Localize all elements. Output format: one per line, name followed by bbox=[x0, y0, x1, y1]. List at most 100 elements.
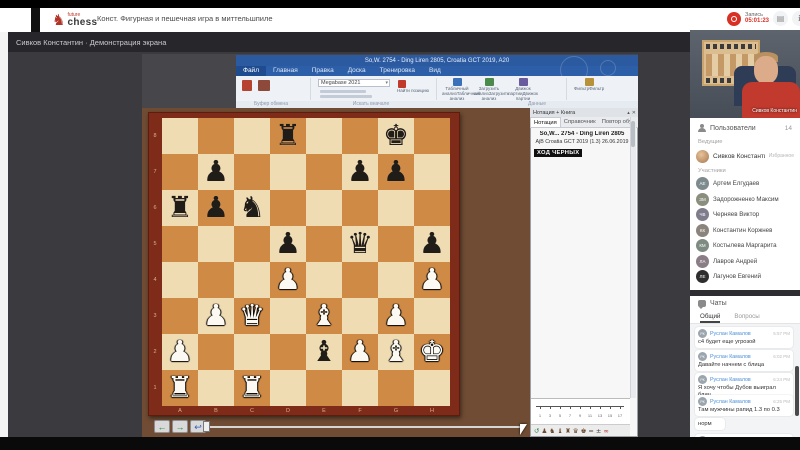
piece-bk-g8[interactable]: ♚ bbox=[378, 118, 414, 154]
notation-tool-icon[interactable]: ♝ bbox=[557, 425, 563, 437]
ribbon-tab-3[interactable]: Доска bbox=[341, 66, 373, 76]
sidebar-scrollbar-thumb[interactable] bbox=[795, 366, 799, 416]
board-square-a5[interactable] bbox=[162, 226, 198, 262]
board-square-e6[interactable] bbox=[306, 190, 342, 226]
board-square-a4[interactable] bbox=[162, 262, 198, 298]
chat-tab-0[interactable]: Общий bbox=[700, 311, 720, 323]
move-forward-button[interactable]: → bbox=[172, 420, 188, 433]
piece-bp-b6[interactable]: ♟ bbox=[198, 190, 234, 226]
board-square-g6[interactable] bbox=[378, 190, 414, 226]
piece-bp-g7[interactable]: ♟ bbox=[378, 154, 414, 190]
board-square-e4[interactable] bbox=[306, 262, 342, 298]
ribbon-tab-5[interactable]: Вид bbox=[422, 66, 448, 76]
brand-logo[interactable]: ♞ future chess bbox=[52, 11, 97, 29]
piece-wr-a1[interactable]: ♜ bbox=[162, 370, 198, 406]
notation-scrollbar[interactable] bbox=[630, 117, 636, 398]
participant-row-5[interactable]: ЛАЛавров Андрей bbox=[696, 254, 794, 269]
board-square-c4[interactable] bbox=[234, 262, 270, 298]
board-square-e5[interactable] bbox=[306, 226, 342, 262]
ribbon-button-3[interactable]: ФильтрФильтр bbox=[574, 78, 604, 92]
board-square-h7[interactable] bbox=[414, 154, 450, 190]
record-icon[interactable] bbox=[727, 12, 741, 26]
piece-bp-d5[interactable]: ♟ bbox=[270, 226, 306, 262]
clipboard-icon[interactable] bbox=[242, 80, 252, 91]
board-square-e1[interactable] bbox=[306, 370, 342, 406]
game-slider-track[interactable] bbox=[202, 426, 524, 428]
ribbon-tab-0[interactable]: Файл bbox=[236, 66, 266, 76]
piece-bp-f7[interactable]: ♟ bbox=[342, 154, 378, 190]
board-square-b2[interactable] bbox=[198, 334, 234, 370]
game-slider-handle[interactable] bbox=[203, 421, 210, 432]
piece-wp-h4[interactable]: ♟ bbox=[414, 262, 450, 298]
piece-bn-c6[interactable]: ♞ bbox=[234, 190, 270, 226]
piece-wp-b3[interactable]: ♟ bbox=[198, 298, 234, 334]
board-square-e8[interactable] bbox=[306, 118, 342, 154]
board-square-d7[interactable] bbox=[270, 154, 306, 190]
participant-row-0[interactable]: АЕАртем Елгудаев bbox=[696, 176, 794, 191]
board-square-g1[interactable] bbox=[378, 370, 414, 406]
close-icon[interactable]: ✕ bbox=[632, 110, 636, 116]
piece-wb-g2[interactable]: ♝ bbox=[378, 334, 414, 370]
notation-scrollbar-thumb[interactable] bbox=[631, 121, 635, 147]
piece-wb-e3[interactable]: ♝ bbox=[306, 298, 342, 334]
ribbon-option-row[interactable] bbox=[320, 95, 372, 98]
board-square-c8[interactable] bbox=[234, 118, 270, 154]
info-button[interactable]: ℹ bbox=[792, 11, 800, 26]
participant-row-2[interactable]: ЧВЧерняев Виктор bbox=[696, 207, 794, 222]
board-square-d3[interactable] bbox=[270, 298, 306, 334]
notation-tool-icon[interactable]: ♞ bbox=[549, 425, 555, 437]
notation-tool-icon[interactable]: ♟ bbox=[541, 425, 547, 437]
notation-tool-icon[interactable]: ± bbox=[596, 425, 601, 437]
board-square-d1[interactable] bbox=[270, 370, 306, 406]
participant-row-4[interactable]: КМКостылева Маргарита bbox=[696, 238, 794, 253]
move-back-button[interactable]: ← bbox=[154, 420, 170, 433]
ribbon-button-2[interactable]: Движок партииДвижок партии bbox=[508, 78, 538, 102]
board-square-f6[interactable] bbox=[342, 190, 378, 226]
chat-message-4[interactable]: норм bbox=[695, 418, 725, 430]
chat-message-1[interactable]: РКРуслан Камалов6:02 PMДавайте начнем с … bbox=[695, 350, 793, 371]
ribbon-tab-4[interactable]: Тренировка bbox=[373, 66, 422, 76]
ribbon-option-row[interactable] bbox=[320, 90, 366, 93]
board-square-a3[interactable] bbox=[162, 298, 198, 334]
piece-wp-g3[interactable]: ♟ bbox=[378, 298, 414, 334]
piece-br-d8[interactable]: ♜ bbox=[270, 118, 306, 154]
board-square-a8[interactable] bbox=[162, 118, 198, 154]
board-square-b8[interactable] bbox=[198, 118, 234, 154]
participant-row-3[interactable]: КККонстантин Коржнев bbox=[696, 223, 794, 238]
board-square-f3[interactable] bbox=[342, 298, 378, 334]
piece-wp-d4[interactable]: ♟ bbox=[270, 262, 306, 298]
board-square-f4[interactable] bbox=[342, 262, 378, 298]
database-combobox[interactable]: Megabase 2021▾ bbox=[318, 79, 390, 87]
notation-tool-icon[interactable]: = bbox=[588, 425, 593, 437]
search-position-icon[interactable] bbox=[398, 80, 406, 88]
pane-splitter[interactable] bbox=[690, 290, 800, 296]
piece-bb-e2[interactable]: ♝ bbox=[306, 334, 342, 370]
board-square-c2[interactable] bbox=[234, 334, 270, 370]
piece-wr-c1[interactable]: ♜ bbox=[234, 370, 270, 406]
board-square-f1[interactable] bbox=[342, 370, 378, 406]
host-row[interactable]: Сивков Константин Избранное bbox=[696, 148, 794, 164]
board-square-e7[interactable] bbox=[306, 154, 342, 190]
ribbon-button-1[interactable]: Загрузить анализЗагрузить анализ bbox=[474, 78, 504, 102]
chat-tab-1[interactable]: Вопросы bbox=[734, 311, 759, 323]
ribbon-button-0[interactable]: Табличный анализТабличный анализ bbox=[442, 78, 472, 102]
board-square-d6[interactable] bbox=[270, 190, 306, 226]
board-square-c7[interactable] bbox=[234, 154, 270, 190]
ribbon-tab-1[interactable]: Главная bbox=[266, 66, 305, 76]
paste-icon[interactable] bbox=[258, 80, 270, 91]
participant-row-1[interactable]: ЗМЗадорожненко Максим bbox=[696, 192, 794, 207]
participant-row-6[interactable]: ЛЕЛагунов Евгений bbox=[696, 269, 794, 284]
notation-tool-icon[interactable]: ♚ bbox=[581, 425, 587, 437]
notation-tool-icon[interactable]: ♜ bbox=[565, 425, 571, 437]
board-square-g5[interactable] bbox=[378, 226, 414, 262]
chat-message-3[interactable]: РКРуслан Камалов6:25 PMТам мужчины рапид… bbox=[695, 395, 793, 416]
board-square-h6[interactable] bbox=[414, 190, 450, 226]
piece-bp-h5[interactable]: ♟ bbox=[414, 226, 450, 262]
board-square-c5[interactable] bbox=[234, 226, 270, 262]
chat-message-list[interactable]: РКРуслан Камалов5:57 PMс4 будет еще угро… bbox=[690, 324, 800, 437]
chat-message-0[interactable]: РКРуслан Камалов5:57 PMс4 будет еще угро… bbox=[695, 327, 793, 348]
board-square-f8[interactable] bbox=[342, 118, 378, 154]
board-square-a7[interactable] bbox=[162, 154, 198, 190]
board-square-b4[interactable] bbox=[198, 262, 234, 298]
webcam-video[interactable]: Сивков Константин bbox=[690, 30, 800, 118]
